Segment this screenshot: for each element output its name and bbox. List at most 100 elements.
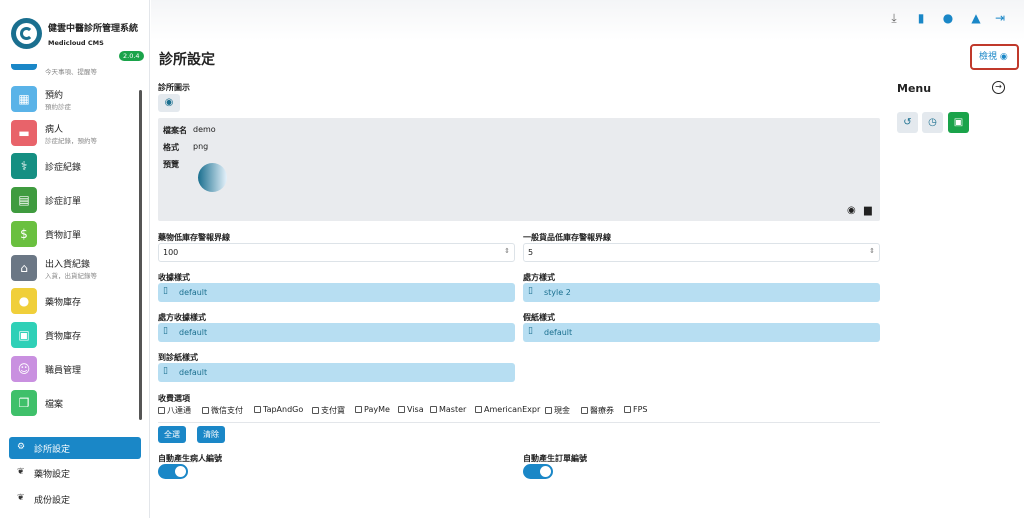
payment-options-label: 收費選項 [158, 394, 190, 403]
goods-low-stock-value: 5 [528, 248, 534, 257]
sidebar-item-consultation-orders[interactable]: ▤ 診症訂單 [0, 185, 140, 217]
boxes-icon: ▣ [11, 322, 37, 348]
rx-receipt-style-label: 處方收據樣式 [158, 313, 206, 322]
payment-option-amex[interactable]: AmericanExpr [475, 405, 540, 414]
sidebar-item-label: 貨物訂單 [45, 231, 82, 241]
user-icon[interactable]: ● [940, 11, 956, 25]
history-button[interactable]: ↺ [897, 112, 918, 133]
document-icon: ▯ [163, 366, 168, 376]
payment-option-label: 現金 [554, 406, 570, 415]
prescription-style-select[interactable]: ▯ style 2 [523, 283, 880, 302]
sidebar-item-label: 出入貨紀錄 [45, 260, 91, 270]
sidebar-item-medicine-settings[interactable]: ❦ 藥物設定 [9, 462, 141, 484]
sidebar-item-goods-stock[interactable]: ▣ 貨物庫存 [0, 320, 140, 352]
user-icon: ☺ [11, 356, 37, 382]
logout-icon[interactable]: ⇥ [992, 11, 1008, 25]
sidebar-item-goods-orders[interactable]: $ 貨物訂單 [0, 219, 140, 251]
payment-option-visa[interactable]: Visa [398, 405, 424, 414]
eye-icon[interactable]: ◉ [847, 205, 856, 216]
home-icon [11, 64, 37, 70]
sidebar: 健雲中醫診所管理系統 Medicloud CMS 2.0.4 今天事項、提醒等 … [0, 0, 150, 518]
brand-subtitle: Medicloud CMS [48, 39, 104, 47]
sidebar-item-staff[interactable]: ☺ 職員管理 [0, 354, 140, 386]
spinner-icon[interactable]: ⇕ [504, 247, 510, 255]
logo-file-panel: 檔案名 demo 格式 png 預覽 ◉ ▆ [158, 118, 880, 221]
divider [158, 422, 880, 423]
save-button[interactable]: ▣ [948, 112, 969, 133]
med-low-stock-value: 100 [163, 248, 179, 257]
payment-option-label: Visa [407, 405, 424, 414]
logo-view-button[interactable]: ◉ [158, 94, 180, 112]
preview-key: 預覽 [163, 160, 179, 169]
prescription-style-value: style 2 [544, 288, 571, 297]
goods-low-stock-label: 一般貨品低庫存警報界線 [523, 233, 611, 242]
payment-option-voucher[interactable]: 醫療券 [581, 405, 614, 416]
auto-order-no-label: 自動產生訂單編號 [523, 454, 587, 463]
receipt-style-value: default [179, 288, 208, 297]
leaf-icon: ❦ [17, 467, 25, 477]
sidebar-item-stock-records[interactable]: ⌂ 出入貨紀錄 入貨，出貨紀錄等 [0, 253, 140, 285]
sidebar-item-files[interactable]: ❐ 檔案 [0, 388, 140, 420]
clock-icon: ◷ [928, 117, 937, 128]
select-all-button[interactable]: 全選 [158, 426, 186, 443]
download-icon[interactable]: ⤓ [886, 11, 902, 26]
leaf-icon: ❦ [17, 493, 25, 503]
payment-option-fps[interactable]: FPS [624, 405, 648, 414]
sidebar-item-partial[interactable]: 今天事項、提醒等 [0, 64, 140, 76]
format-value: png [193, 142, 209, 151]
payment-option-cash[interactable]: 現金 [545, 405, 570, 416]
sidebar-item-label: 病人 [45, 125, 64, 135]
sidebar-item-label: 檔案 [45, 400, 64, 410]
payment-option-master[interactable]: Master [430, 405, 466, 414]
payment-option-wechat[interactable]: 微信支付 [202, 405, 243, 416]
spinner-icon[interactable]: ⇕ [869, 247, 875, 255]
attendance-style-select[interactable]: ▯ default [158, 363, 515, 382]
leave-style-label: 假紙樣式 [523, 313, 555, 322]
arrow-right-circle-icon[interactable]: → [992, 81, 1005, 94]
sidebar-item-label: 診所設定 [34, 445, 71, 455]
auto-patient-no-toggle[interactable] [158, 464, 188, 479]
menu-title: Menu [897, 82, 932, 95]
sidebar-item-label: 成份設定 [34, 496, 71, 506]
clock-button[interactable]: ◷ [922, 112, 943, 133]
bed-icon: ▬ [11, 120, 37, 146]
rx-receipt-style-select[interactable]: ▯ default [158, 323, 515, 342]
payment-option-tapandgo[interactable]: TapAndGo [254, 405, 303, 414]
trash-icon[interactable]: ▆ [864, 205, 872, 216]
sidebar-item-consultation-records[interactable]: ⚕ 診症紀錄 [0, 151, 140, 183]
payment-option-alipay[interactable]: 支付寶 [312, 405, 345, 416]
medicloud-logo [11, 18, 42, 49]
view-button[interactable]: 檢視 ◉ [970, 44, 1019, 70]
receipt-style-select[interactable]: ▯ default [158, 283, 515, 302]
sidebar-item-ingredient-settings[interactable]: ❦ 成份設定 [9, 488, 141, 510]
payment-option-label: 微信支付 [211, 406, 243, 415]
sidebar-item-medicine-stock[interactable]: ● 藥物庫存 [0, 286, 140, 318]
document-icon: ▤ [11, 187, 37, 213]
sidebar-item-label: 貨物庫存 [45, 332, 82, 342]
sidebar-item-label: 藥物庫存 [45, 298, 82, 308]
auto-order-no-toggle[interactable] [523, 464, 553, 479]
leave-style-select[interactable]: ▯ default [523, 323, 880, 342]
brand-title: 健雲中醫診所管理系統 [48, 24, 139, 34]
payment-option-payme[interactable]: PayMe [355, 405, 390, 414]
clear-button[interactable]: 清除 [197, 426, 225, 443]
sidebar-nav: 今天事項、提醒等 ▦ 預約 預約診症 ▬ 病人 診症紀錄，預約等 ⚕ 診症紀錄 … [0, 64, 150, 422]
eye-icon: ◉ [999, 52, 1008, 62]
payment-option-octopus[interactable]: 八達通 [158, 405, 191, 416]
version-badge: 2.0.4 [119, 51, 144, 61]
sidebar-item-label: 診症紀錄 [45, 163, 82, 173]
format-key: 格式 [163, 143, 179, 152]
bell-icon[interactable]: ▲ [968, 11, 984, 25]
sidebar-item-patients[interactable]: ▬ 病人 診症紀錄，預約等 [0, 118, 140, 150]
med-low-stock-input[interactable]: 100 ⇕ [158, 243, 515, 262]
goods-low-stock-input[interactable]: 5 ⇕ [523, 243, 880, 262]
payment-option-label: FPS [633, 405, 648, 414]
clipboard-icon[interactable]: ▮ [913, 11, 929, 25]
sidebar-item-clinic-settings[interactable]: ⚙ 診所設定 [9, 437, 141, 459]
sidebar-item-sub: 診症紀錄，預約等 [45, 137, 97, 145]
sidebar-scrollbar[interactable] [139, 90, 142, 420]
warehouse-icon: ⌂ [11, 255, 37, 281]
sidebar-item-label: 藥物設定 [34, 470, 71, 480]
sidebar-item-appointment[interactable]: ▦ 預約 預約診症 [0, 84, 140, 116]
payment-option-label: AmericanExpr [484, 405, 541, 414]
